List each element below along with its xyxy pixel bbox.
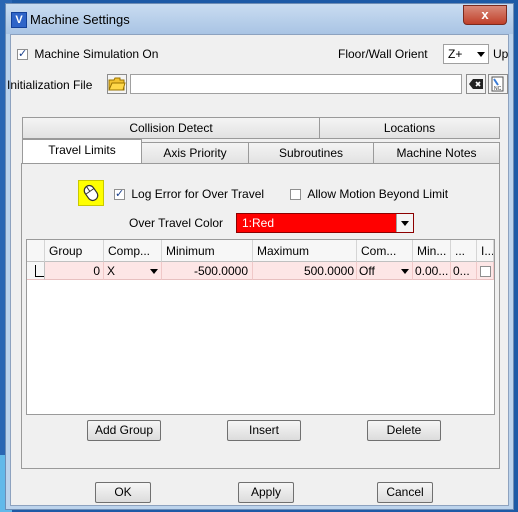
grid-header-extra[interactable]: ... xyxy=(451,240,477,262)
grid-header-i[interactable]: I... xyxy=(477,240,494,262)
dialog-client-area: Machine Simulation On Floor/Wall Orient … xyxy=(7,34,509,506)
cancel-button[interactable]: Cancel xyxy=(377,482,433,503)
machine-sim-row[interactable]: Machine Simulation On xyxy=(17,47,158,61)
nc-file-icon: NC xyxy=(491,76,504,92)
machine-settings-dialog: V Machine Settings x Machine Simulation … xyxy=(5,3,514,510)
ok-button[interactable]: OK xyxy=(95,482,151,503)
orient-select[interactable]: Z+ xyxy=(443,44,489,64)
insert-button[interactable]: Insert xyxy=(227,420,301,441)
cell-com[interactable]: Off xyxy=(357,262,413,280)
cell-comp-value: X xyxy=(107,264,116,278)
cell-comp[interactable]: X xyxy=(104,262,162,280)
init-file-input[interactable] xyxy=(130,74,462,94)
tab-locations[interactable]: Locations xyxy=(319,117,500,139)
folder-open-icon xyxy=(108,77,126,91)
travel-limits-grid: Group Comp... Minimum Maximum Com... Min… xyxy=(26,239,495,415)
tab-collision-detect[interactable]: Collision Detect xyxy=(22,117,320,139)
tab-travel-limits[interactable]: Travel Limits xyxy=(22,139,142,163)
orient-value: Z+ xyxy=(448,47,463,61)
allow-motion-label: Allow Motion Beyond Limit xyxy=(307,187,449,201)
travel-limits-panel: Log Error for Over Travel Allow Motion B… xyxy=(21,163,500,469)
allow-motion-row[interactable]: Allow Motion Beyond Limit xyxy=(290,187,448,201)
cell-com-value: Off xyxy=(359,264,375,278)
clear-file-button[interactable] xyxy=(466,74,486,94)
add-group-button[interactable]: Add Group xyxy=(87,420,161,441)
machine-sim-checkbox[interactable] xyxy=(17,47,28,60)
log-error-row[interactable]: Log Error for Over Travel xyxy=(114,187,264,201)
svg-text:NC: NC xyxy=(494,86,502,92)
cell-group[interactable]: 0 xyxy=(45,262,104,280)
tab-subroutines[interactable]: Subroutines xyxy=(248,142,374,164)
cell-maximum[interactable]: 500.0000 xyxy=(253,262,357,280)
tab-axis-priority[interactable]: Axis Priority xyxy=(141,142,249,164)
title-bar[interactable]: V Machine Settings x xyxy=(6,4,513,34)
over-travel-color-select[interactable]: 1:Red xyxy=(236,213,414,233)
apply-button[interactable]: Apply xyxy=(238,482,294,503)
cell-i[interactable] xyxy=(477,262,494,280)
chevron-down-icon xyxy=(150,269,158,274)
log-error-label: Log Error for Over Travel xyxy=(131,187,265,201)
grid-header-minimum[interactable]: Minimum xyxy=(162,240,253,262)
backspace-clear-icon xyxy=(469,79,483,89)
up-label: Up xyxy=(493,47,509,61)
app-logo-icon: V xyxy=(11,12,27,28)
mouse-icon xyxy=(78,180,104,206)
grid-header-com[interactable]: Com... xyxy=(357,240,413,262)
orient-label: Floor/Wall Orient xyxy=(338,47,428,61)
close-button[interactable]: x xyxy=(463,5,507,25)
tab-machine-notes[interactable]: Machine Notes xyxy=(373,142,500,164)
cell-minimum[interactable]: -500.0000 xyxy=(162,262,253,280)
over-travel-color-value: 1:Red xyxy=(242,216,275,230)
grid-header-group[interactable]: Group xyxy=(45,240,104,262)
grid-header-min[interactable]: Min... xyxy=(413,240,451,262)
window-title: Machine Settings xyxy=(30,12,130,27)
delete-button[interactable]: Delete xyxy=(367,420,441,441)
over-travel-color-label: Over Travel Color xyxy=(129,216,224,230)
nc-file-button[interactable]: NC xyxy=(488,74,508,94)
grid-header-comp[interactable]: Comp... xyxy=(104,240,162,262)
cell-extra[interactable]: 0... xyxy=(451,262,477,280)
allow-motion-checkbox[interactable] xyxy=(290,189,301,200)
mouse-icon-graphic xyxy=(83,184,99,202)
color-dropdown-button[interactable] xyxy=(396,214,413,232)
open-folder-button[interactable] xyxy=(107,74,127,94)
grid-header-maximum[interactable]: Maximum xyxy=(253,240,357,262)
chevron-down-icon xyxy=(477,52,485,57)
init-file-label: Initialization File xyxy=(7,78,93,92)
machine-sim-label: Machine Simulation On xyxy=(34,47,159,61)
grid-corner xyxy=(27,240,45,262)
cell-i-checkbox[interactable] xyxy=(480,266,491,277)
cell-min[interactable]: 0.00... xyxy=(413,262,451,280)
chevron-down-icon xyxy=(401,269,409,274)
row-selector[interactable] xyxy=(27,262,45,280)
chevron-down-icon xyxy=(401,221,409,226)
log-error-checkbox[interactable] xyxy=(114,187,125,200)
